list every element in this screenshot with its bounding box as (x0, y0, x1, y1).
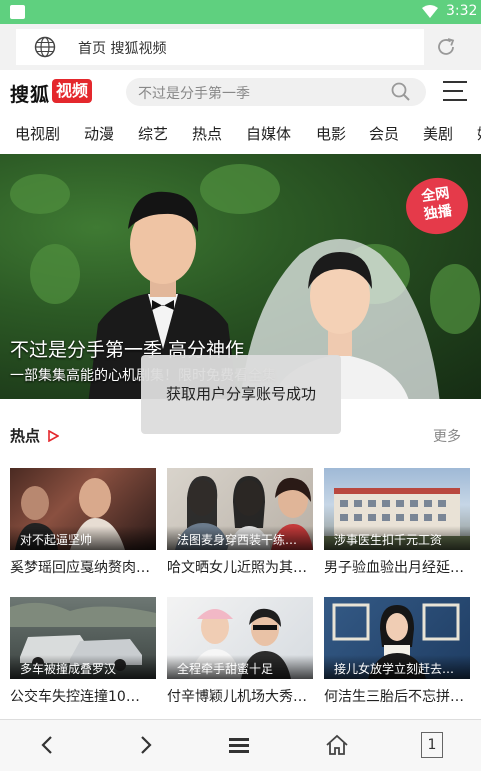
logo-badge[interactable]: 视频 (52, 79, 92, 103)
channel-tabs: 电视剧 动漫 综艺 热点 自媒体 电影 会员 美剧 娱 (0, 114, 481, 154)
video-thumbnail: 涉事医生扣千元工资 (324, 468, 470, 550)
tab-variety[interactable]: 综艺 (138, 123, 168, 144)
carousel-indicator (398, 389, 470, 399)
video-thumbnail: 对不起逼坚帅 (10, 468, 156, 550)
tab-count-button[interactable]: 1 (421, 732, 443, 758)
tab-us-drama[interactable]: 美剧 (423, 123, 453, 144)
globe-icon (34, 36, 56, 58)
foliage-decoration (30, 244, 80, 304)
tab-vip[interactable]: 会员 (369, 123, 399, 144)
video-thumbnail: 接儿女放学立刻赶去… (324, 597, 470, 679)
tab-tv-series[interactable]: 电视剧 (15, 123, 60, 144)
video-title: 奚梦瑶回应戛纳赘肉… (10, 560, 150, 576)
forward-icon[interactable] (132, 732, 158, 758)
video-title: 公交车失控连撞10… (10, 689, 140, 705)
thumbnail-caption: 对不起逼坚帅 (10, 526, 156, 550)
wifi-icon (422, 5, 438, 18)
back-icon[interactable] (35, 732, 61, 758)
status-bar: 3:32 (0, 0, 481, 24)
play-triangle-icon (48, 430, 59, 442)
tab-we-media[interactable]: 自媒体 (246, 123, 291, 144)
video-thumbnail: 全程牵手甜蜜十足 (167, 597, 313, 679)
home-icon[interactable] (324, 732, 350, 758)
search-input[interactable]: 不过是分手第一季 (126, 78, 426, 106)
bottom-navigation: 1 (0, 719, 481, 771)
video-thumbnail: 法图麦身穿西装干练… (167, 468, 313, 550)
video-title: 何洁生三胎后不忘拼… (324, 689, 464, 705)
video-title: 付辛博颖儿机场大秀… (167, 689, 307, 705)
tab-movie[interactable]: 电影 (316, 123, 346, 144)
thumbnail-caption: 接儿女放学立刻赶去… (324, 655, 470, 679)
reload-icon[interactable] (434, 35, 458, 59)
tab-entertainment[interactable]: 娱 (477, 123, 481, 144)
search-icon[interactable] (390, 81, 412, 103)
address-bar: 首页 搜狐视频 (0, 24, 481, 70)
tab-anime[interactable]: 动漫 (84, 123, 114, 144)
video-thumbnail: 多车被撞成叠罗汉 (10, 597, 156, 679)
clock-time: 3:32 (446, 3, 478, 19)
menu-bars-icon[interactable] (226, 732, 252, 758)
logo-text[interactable]: 搜狐 (10, 80, 50, 107)
foliage-decoration (10, 174, 70, 214)
menu-icon[interactable] (441, 79, 469, 103)
more-link[interactable]: 更多 (433, 426, 461, 446)
video-title: 男子验血验出月经延… (324, 560, 464, 576)
video-title: 哈文晒女儿近照为其… (167, 560, 307, 576)
thumbnail-caption: 法图麦身穿西装干练… (167, 526, 313, 550)
thumbnail-caption: 多车被撞成叠罗汉 (10, 655, 156, 679)
sim-card-icon (10, 5, 25, 19)
section-title: 热点 (10, 427, 41, 445)
tab-hot[interactable]: 热点 (192, 123, 222, 144)
url-text: 首页 搜狐视频 (78, 41, 167, 57)
search-placeholder: 不过是分手第一季 (138, 86, 250, 102)
thumbnail-caption: 涉事医生扣千元工资 (324, 526, 470, 550)
url-field[interactable]: 首页 搜狐视频 (16, 29, 424, 65)
toast-message: 获取用户分享账号成功 (141, 355, 341, 434)
thumbnail-caption: 全程牵手甜蜜十足 (167, 655, 313, 679)
site-header: 搜狐 视频 不过是分手第一季 (0, 70, 481, 114)
